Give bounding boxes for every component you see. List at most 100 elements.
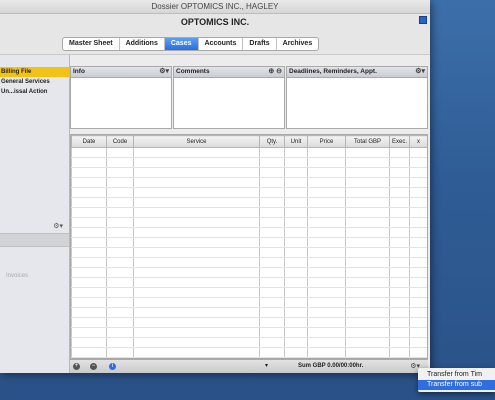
- table-cell[interactable]: [389, 177, 410, 188]
- table-cell[interactable]: [284, 207, 308, 218]
- table-cell[interactable]: [409, 337, 427, 348]
- table-cell[interactable]: [284, 297, 308, 308]
- table-cell[interactable]: [259, 237, 285, 248]
- table-cell[interactable]: [71, 327, 107, 338]
- table-cell[interactable]: [409, 177, 427, 188]
- table-cell[interactable]: [133, 267, 260, 278]
- table-cell[interactable]: [106, 287, 134, 298]
- table-cell[interactable]: [106, 207, 134, 218]
- table-cell[interactable]: [389, 347, 410, 358]
- table-cell[interactable]: [389, 297, 410, 308]
- table-cell[interactable]: [133, 237, 260, 248]
- table-cell[interactable]: [71, 337, 107, 348]
- table-cell[interactable]: [259, 327, 285, 338]
- table-cell[interactable]: [409, 227, 427, 238]
- table-cell[interactable]: [284, 327, 308, 338]
- table-cell[interactable]: [307, 347, 346, 358]
- table-cell[interactable]: [259, 187, 285, 198]
- table-cell[interactable]: [389, 217, 410, 228]
- table-cell[interactable]: [133, 297, 260, 308]
- menu-item-transfer-sub[interactable]: Transfer from sub: [418, 380, 495, 390]
- table-cell[interactable]: [409, 257, 427, 268]
- table-cell[interactable]: [345, 247, 390, 258]
- table-cell[interactable]: [259, 317, 285, 328]
- table-cell[interactable]: [71, 167, 107, 178]
- table-cell[interactable]: [307, 247, 346, 258]
- table-cell[interactable]: [106, 257, 134, 268]
- table-row[interactable]: [71, 297, 427, 308]
- remove-icon[interactable]: −: [90, 363, 97, 370]
- table-cell[interactable]: [133, 317, 260, 328]
- list-item-billing-file[interactable]: Billing File: [0, 67, 69, 77]
- table-cell[interactable]: [133, 277, 260, 288]
- table-cell[interactable]: [106, 177, 134, 188]
- table-cell[interactable]: [307, 177, 346, 188]
- table-cell[interactable]: [284, 267, 308, 278]
- table-cell[interactable]: [284, 317, 308, 328]
- table-cell[interactable]: [259, 167, 285, 178]
- tab-drafts[interactable]: Drafts: [243, 38, 277, 50]
- table-cell[interactable]: [409, 277, 427, 288]
- table-cell[interactable]: [133, 257, 260, 268]
- table-cell[interactable]: [71, 307, 107, 318]
- table-cell[interactable]: [389, 237, 410, 248]
- table-cell[interactable]: [409, 267, 427, 278]
- table-cell[interactable]: [71, 267, 107, 278]
- table-cell[interactable]: [106, 147, 134, 158]
- table-cell[interactable]: [284, 167, 308, 178]
- table-cell[interactable]: [409, 207, 427, 218]
- table-cell[interactable]: [106, 327, 134, 338]
- table-cell[interactable]: [71, 347, 107, 358]
- table-row[interactable]: [71, 227, 427, 238]
- table-cell[interactable]: [284, 257, 308, 268]
- tab-additions[interactable]: Additions: [120, 38, 165, 50]
- table-cell[interactable]: [259, 267, 285, 278]
- table-cell[interactable]: [345, 287, 390, 298]
- table-row[interactable]: [71, 287, 427, 298]
- table-cell[interactable]: [345, 277, 390, 288]
- info-icon[interactable]: i: [109, 363, 116, 370]
- table-cell[interactable]: [307, 227, 346, 238]
- table-cell[interactable]: [307, 317, 346, 328]
- table-cell[interactable]: [259, 157, 285, 168]
- table-cell[interactable]: [284, 187, 308, 198]
- table-cell[interactable]: [409, 287, 427, 298]
- table-cell[interactable]: [409, 167, 427, 178]
- col-total[interactable]: Total GBP: [345, 135, 390, 148]
- table-cell[interactable]: [133, 157, 260, 168]
- gear-icon[interactable]: ⚙▾: [415, 67, 425, 77]
- table-cell[interactable]: [259, 277, 285, 288]
- table-cell[interactable]: [307, 197, 346, 208]
- table-cell[interactable]: [133, 247, 260, 258]
- table-cell[interactable]: [71, 297, 107, 308]
- col-unit[interactable]: Unit: [284, 135, 308, 148]
- tab-cases[interactable]: Cases: [164, 38, 199, 50]
- table-cell[interactable]: [307, 277, 346, 288]
- table-cell[interactable]: [389, 307, 410, 318]
- table-cell[interactable]: [106, 267, 134, 278]
- table-cell[interactable]: [106, 217, 134, 228]
- table-cell[interactable]: [307, 267, 346, 278]
- table-cell[interactable]: [389, 197, 410, 208]
- table-row[interactable]: [71, 347, 427, 358]
- table-cell[interactable]: [133, 327, 260, 338]
- add-icon[interactable]: +: [73, 363, 80, 370]
- table-cell[interactable]: [409, 297, 427, 308]
- table-cell[interactable]: [409, 147, 427, 158]
- table-cell[interactable]: [71, 187, 107, 198]
- table-cell[interactable]: [345, 207, 390, 218]
- table-row[interactable]: [71, 327, 427, 338]
- table-cell[interactable]: [307, 157, 346, 168]
- table-cell[interactable]: [345, 297, 390, 308]
- table-cell[interactable]: [106, 307, 134, 318]
- table-cell[interactable]: [133, 347, 260, 358]
- tab-accounts[interactable]: Accounts: [199, 38, 244, 50]
- gear-icon[interactable]: ⚙▾: [53, 222, 63, 230]
- table-cell[interactable]: [389, 147, 410, 158]
- table-cell[interactable]: [409, 347, 427, 358]
- table-cell[interactable]: [133, 217, 260, 228]
- list-item-general-services[interactable]: General Services: [0, 77, 69, 87]
- table-cell[interactable]: [345, 327, 390, 338]
- table-cell[interactable]: [106, 297, 134, 308]
- table-cell[interactable]: [259, 337, 285, 348]
